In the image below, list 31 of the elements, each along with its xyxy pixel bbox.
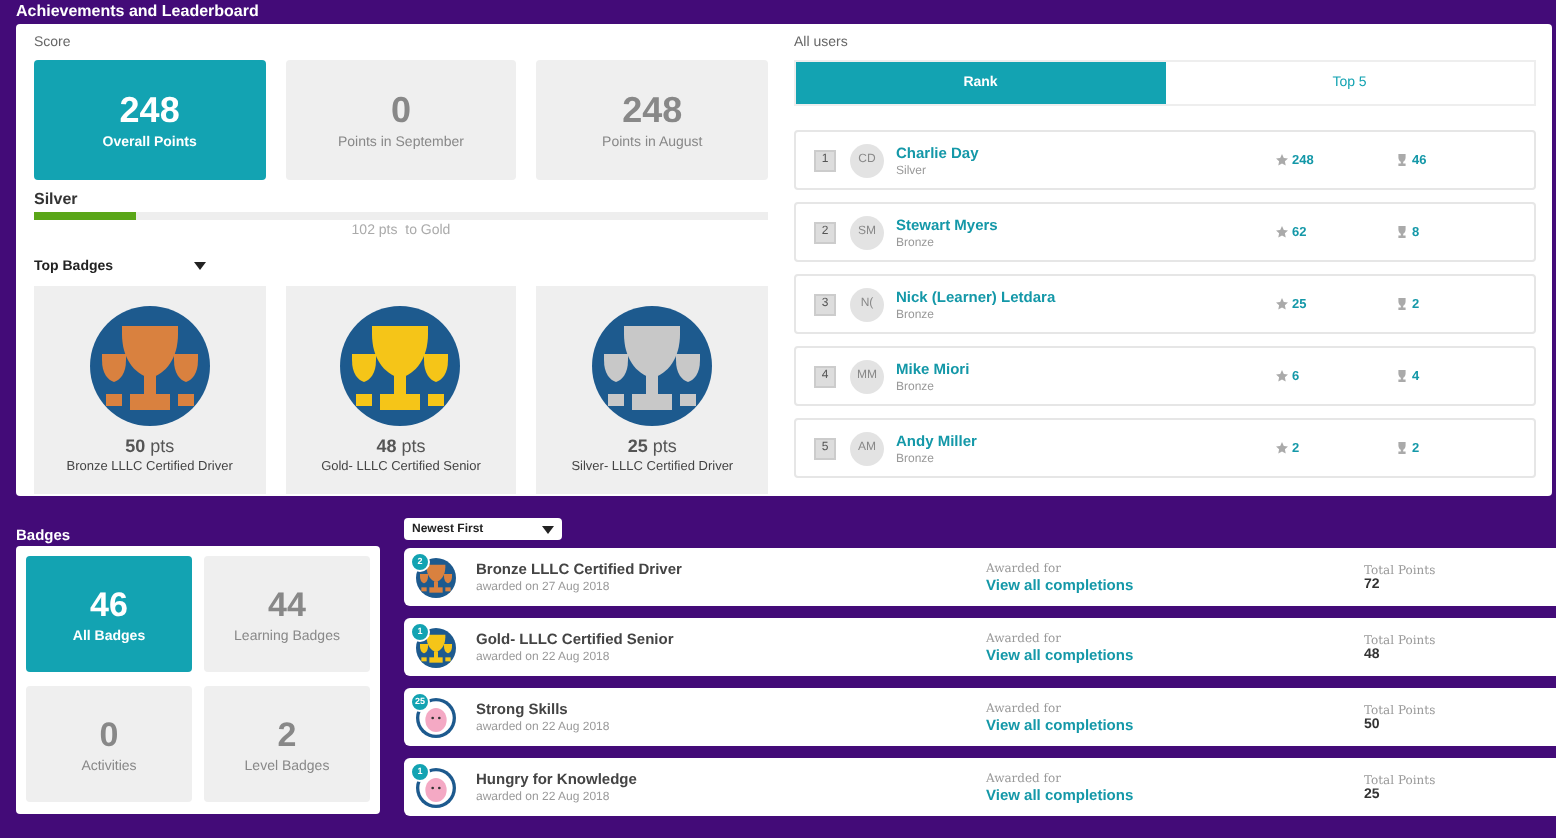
trophy-icon <box>1396 298 1408 310</box>
tile-value: 248 <box>119 90 180 132</box>
caret-icon <box>542 525 554 533</box>
trophy-badge-icon <box>592 306 713 426</box>
badge-points: 25 pts <box>627 436 677 456</box>
star-icon <box>1276 154 1288 166</box>
star-icon <box>1276 298 1288 310</box>
trophy-badge-icon <box>416 627 456 667</box>
trophy-icon <box>1396 442 1408 454</box>
trophy-icon <box>1396 370 1408 382</box>
trophy-badge-icon <box>340 306 461 426</box>
badge-points: 48 pts <box>376 436 426 456</box>
tile-value: 248 <box>622 90 683 132</box>
page-title: Achievements and Leaderboard <box>14 0 261 24</box>
tile-value: 46 <box>90 585 128 625</box>
trophy-icon <box>1396 154 1408 166</box>
caret-icon <box>193 262 206 270</box>
star-icon <box>1276 370 1288 382</box>
level-name: Silver <box>34 190 80 208</box>
trophy-badge-icon <box>89 306 210 426</box>
tile-value: 2 <box>277 715 297 755</box>
trophy-badge-icon <box>416 557 456 597</box>
creature-badge-icon <box>416 697 456 737</box>
badge-points: 50 pts <box>125 436 175 456</box>
trophy-icon <box>1396 226 1408 238</box>
creature-badge-icon <box>416 767 456 807</box>
star-icon <box>1276 442 1288 454</box>
tile-value: 0 <box>390 90 411 132</box>
star-icon <box>1276 226 1288 238</box>
tile-value: 0 <box>99 715 119 755</box>
tile-value: 44 <box>268 585 306 625</box>
